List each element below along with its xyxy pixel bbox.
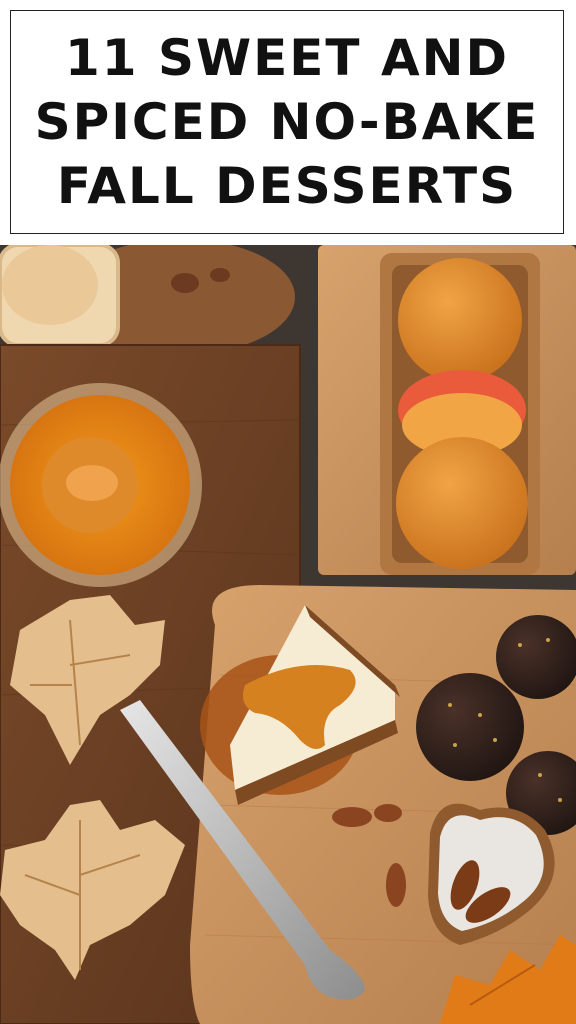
pecan — [332, 807, 372, 827]
pumpkin-ball — [396, 437, 528, 569]
title-banner: 11 SWEET AND SPICED NO-BAKE FALL DESSERT… — [10, 10, 564, 234]
pin-title: 11 SWEET AND SPICED NO-BAKE FALL DESSERT… — [34, 29, 540, 215]
pumpkin-ball — [398, 258, 522, 382]
pecan — [386, 863, 406, 907]
dessert-photo — [0, 245, 576, 1024]
chocolate-truffle — [416, 673, 524, 781]
pecan — [374, 804, 402, 822]
